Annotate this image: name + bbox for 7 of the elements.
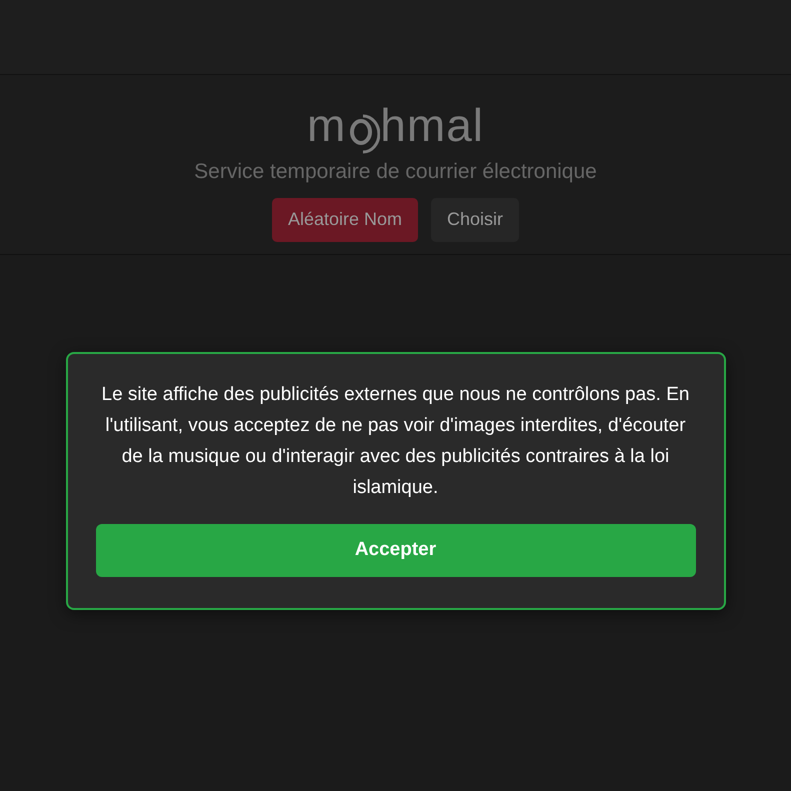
logo-text: hmal (380, 102, 484, 148)
accept-button[interactable]: Accepter (96, 524, 696, 577)
tagline: Service temporaire de courrier électronique (194, 159, 597, 185)
notice-message: Le site affiche des publicités externes que nous ne contrôlons pas. En l'utilisant, vous acceptez de ne pas voir d'images interdites, d'écouter de la musique ou d'interagir avec des publicités contraires à la loi islamique. (100, 383, 690, 500)
logo-text: m (306, 102, 346, 148)
choose-button[interactable]: Choisir (431, 198, 520, 242)
random-name-button[interactable]: Aléatoire Nom (272, 198, 418, 242)
